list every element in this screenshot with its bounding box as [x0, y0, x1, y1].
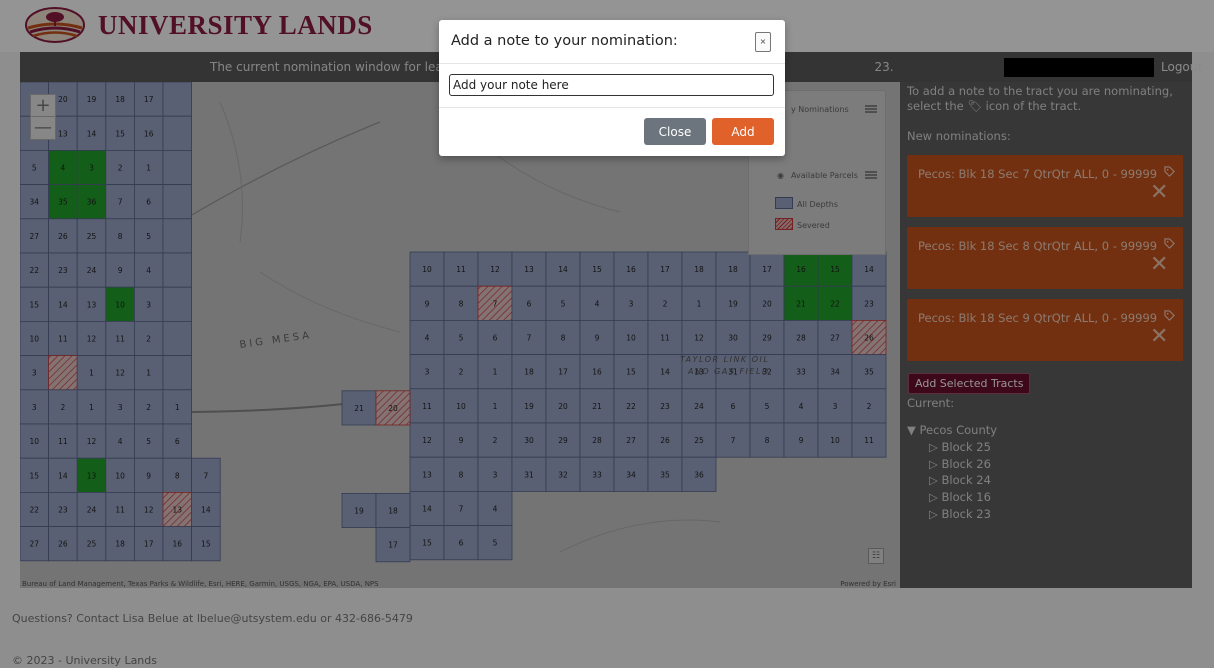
dialog-divider [439, 63, 785, 64]
close-button[interactable]: Close [644, 118, 706, 145]
note-input[interactable] [449, 74, 774, 96]
close-icon[interactable]: × [755, 32, 771, 52]
dialog-divider [439, 107, 785, 108]
dialog-title: Add a note to your nomination: [451, 33, 678, 49]
add-note-button[interactable]: Add [712, 118, 774, 145]
add-note-dialog: Add a note to your nomination: × Close A… [439, 20, 785, 156]
